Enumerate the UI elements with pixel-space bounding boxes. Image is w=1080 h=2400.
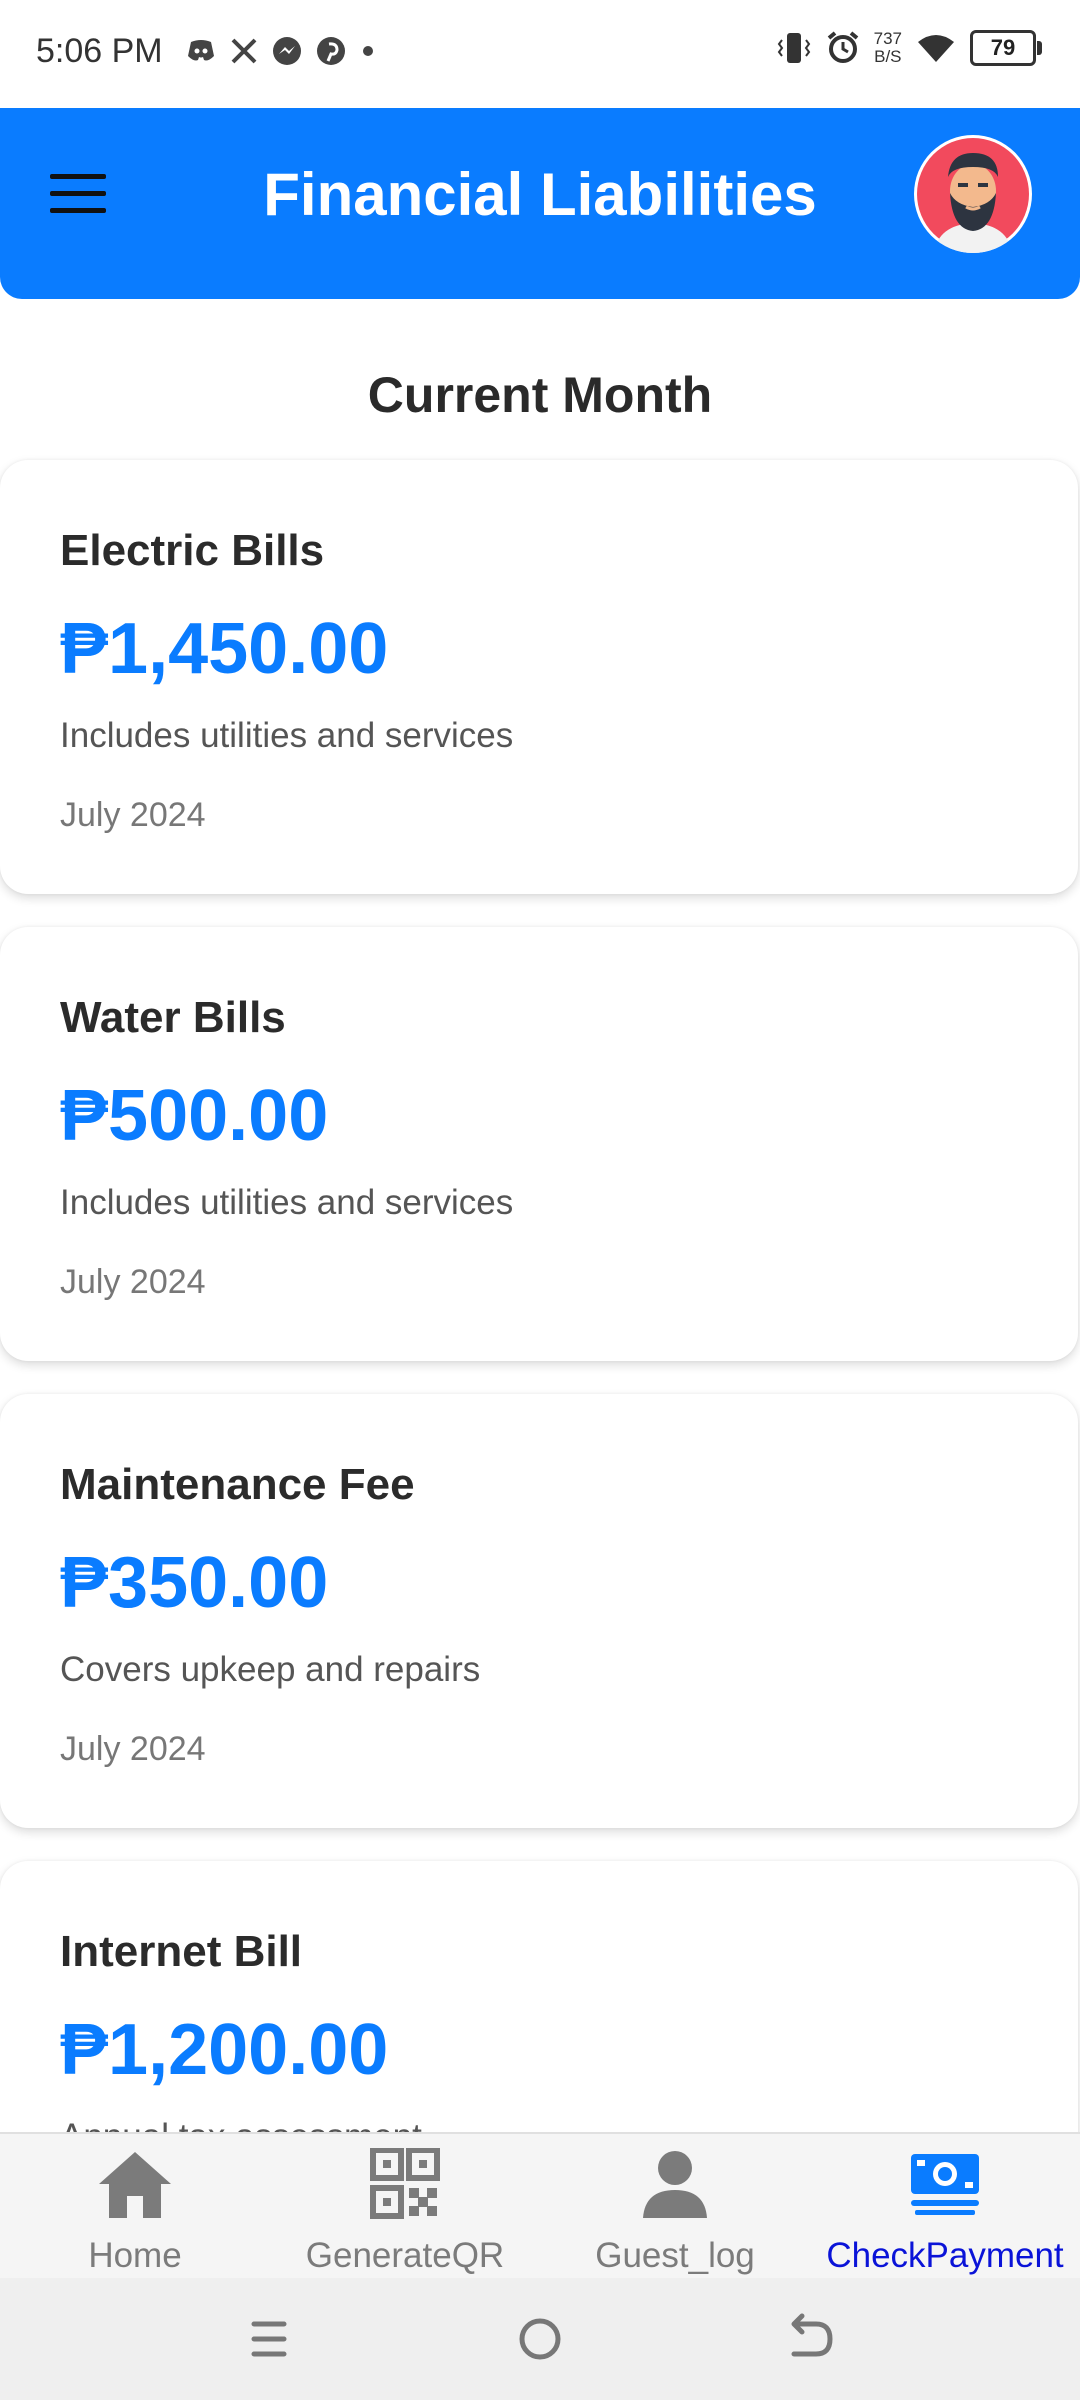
nav-generateqr[interactable]: GenerateQR — [270, 2134, 540, 2280]
bill-title: Water Bills — [60, 993, 286, 1042]
network-speed: 737 B/S — [873, 29, 902, 66]
system-navigation-bar — [0, 2278, 1080, 2400]
bill-description: Covers upkeep and repairs — [60, 1650, 481, 1689]
wifi-icon — [918, 35, 954, 62]
bill-card-maintenance[interactable]: Maintenance Fee ₱350.00 Covers upkeep an… — [0, 1394, 1078, 1828]
nav-guest-log[interactable]: Guest_log — [540, 2134, 810, 2280]
money-icon — [911, 2154, 979, 2215]
x-icon — [231, 38, 257, 64]
section-title: Current Month — [367, 367, 713, 423]
bill-title: Internet Bill — [60, 1927, 303, 1976]
bill-title: Maintenance Fee — [60, 1460, 415, 1509]
status-bar: 5:06 PM 737 B/S 79 — [0, 0, 1080, 108]
nav-label: Home — [88, 2236, 182, 2275]
bill-date: July 2024 — [60, 1730, 206, 1768]
bill-amount: ₱350.00 — [60, 1543, 329, 1623]
bill-date: July 2024 — [60, 796, 206, 834]
alarm-icon — [827, 31, 858, 63]
bill-card-electric[interactable]: Electric Bills ₱1,450.00 Includes utilit… — [0, 460, 1078, 894]
bill-amount: ₱1,200.00 — [60, 2010, 389, 2090]
avatar[interactable] — [914, 135, 1032, 253]
bill-title: Electric Bills — [60, 526, 325, 575]
nav-label: Guest_log — [595, 2236, 755, 2275]
back-icon[interactable] — [776, 2306, 842, 2372]
home-icon — [99, 2152, 171, 2218]
system-icons: 737 B/S 79 — [776, 29, 1042, 66]
battery-indicator: 79 — [970, 30, 1042, 66]
messenger-icon — [273, 37, 301, 65]
home-system-icon[interactable] — [507, 2306, 573, 2372]
nav-checkpayment[interactable]: CheckPayment — [810, 2134, 1080, 2280]
nav-label: GenerateQR — [305, 2236, 505, 2275]
notification-icons — [186, 36, 376, 66]
discord-icon — [188, 40, 214, 61]
bill-amount: ₱500.00 — [60, 1076, 329, 1156]
person-icon — [643, 2151, 707, 2218]
recent-apps-icon[interactable] — [236, 2306, 302, 2372]
nav-home[interactable]: Home — [0, 2134, 270, 2280]
pinterest-icon — [317, 37, 345, 65]
vibrate-icon — [777, 33, 810, 63]
bottom-navigation: Home GenerateQR Guest_log CheckPayment — [0, 2132, 1080, 2280]
bill-card-water[interactable]: Water Bills ₱500.00 Includes utilities a… — [0, 927, 1078, 1361]
bearded-man-avatar-icon — [917, 138, 1029, 253]
bill-amount: ₱1,450.00 — [60, 609, 389, 689]
dot-icon — [363, 46, 373, 56]
app-header: Financial Liabilities — [0, 108, 1080, 299]
status-time: 5:06 PM — [36, 32, 163, 70]
bill-description: Includes utilities and services — [60, 716, 514, 755]
bill-date: July 2024 — [60, 1263, 206, 1301]
nav-label: CheckPayment — [826, 2236, 1064, 2275]
bill-description: Includes utilities and services — [60, 1183, 514, 1222]
qr-code-icon — [370, 2148, 440, 2219]
